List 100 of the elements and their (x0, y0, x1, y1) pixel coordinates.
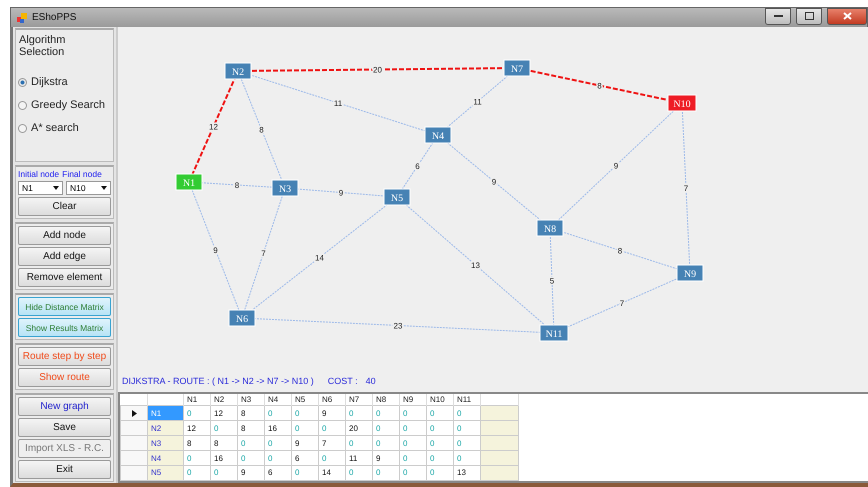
table-cell: 0 (426, 465, 454, 480)
algorithm-radio[interactable]: Dijkstra (18, 76, 111, 88)
initial-node-dropdown[interactable]: N1 (18, 181, 63, 195)
edge-weight: 7 (620, 299, 624, 308)
table-cell: 0 (400, 406, 426, 421)
action-button[interactable]: Save (18, 418, 111, 437)
edge-weight: 7 (261, 249, 266, 258)
edge-weight: 9 (614, 162, 618, 170)
table-cell: 0 (292, 420, 318, 436)
action-button[interactable]: Add node (18, 226, 111, 245)
graph-node[interactable]: N10 (668, 94, 696, 112)
action-button[interactable]: Remove element (18, 268, 111, 287)
table-cell: 0 (184, 450, 210, 466)
table-cell: 0 (400, 465, 426, 480)
table-cell: 16 (210, 450, 238, 466)
window-title: EShoPPS (32, 12, 78, 23)
table-cell: 9 (238, 465, 264, 480)
action-button[interactable]: New graph (18, 397, 111, 416)
app-icon (17, 12, 27, 22)
table-cell: 0 (346, 436, 372, 451)
close-button[interactable] (827, 8, 867, 24)
maximize-button[interactable] (796, 8, 822, 24)
clear-button[interactable]: Clear (18, 197, 111, 216)
table-cell: 9 (372, 450, 400, 466)
table-cell: 0 (184, 406, 210, 421)
table-cell: 0 (210, 420, 238, 436)
table-cell: 0 (426, 450, 454, 466)
table-cell: 20 (346, 420, 372, 436)
table-cell: 0 (400, 436, 426, 451)
row-header[interactable]: N3 (148, 436, 184, 451)
action-button[interactable]: Show route (18, 368, 111, 387)
graph-node[interactable]: N6 (228, 310, 256, 326)
edge-weight: 9 (492, 178, 496, 186)
table-cell: 8 (238, 420, 264, 436)
table-cell: 0 (238, 436, 264, 451)
graph-node[interactable]: N7 (504, 60, 530, 76)
caret-icon (53, 186, 59, 190)
route-text: DIJKSTRA - ROUTE : ( N1 -> N2 -> N7 -> N10 ) (122, 376, 314, 386)
table-cell: 0 (210, 465, 238, 480)
table-cell: 9 (318, 406, 346, 421)
action-button[interactable]: Show Results Matrix (18, 318, 111, 337)
edge-weight: 7 (684, 184, 688, 193)
final-node-dropdown[interactable]: N10 (66, 181, 111, 195)
edge-weight: 11 (334, 99, 342, 108)
action-button[interactable]: Hide Distance Matrix (18, 297, 111, 316)
graph-node[interactable]: N8 (536, 220, 564, 236)
table-cell: 8 (184, 436, 210, 451)
table-cell: 0 (318, 450, 346, 466)
minimize-icon (774, 14, 782, 18)
table-cell: 8 (210, 436, 238, 451)
edge-weight: 8 (259, 126, 264, 134)
table-cell: 6 (264, 465, 292, 480)
table-cell: 0 (372, 436, 400, 451)
cost-value: 40 (366, 376, 376, 386)
edge-weight: 9 (338, 188, 344, 198)
field-label: Initial node (18, 169, 60, 179)
graph-node[interactable]: N11 (540, 324, 568, 342)
action-button[interactable]: Add edge (18, 247, 111, 266)
edge-weight: 12 (209, 122, 218, 132)
table-cell: 0 (292, 465, 318, 480)
table-cell: 7 (318, 436, 346, 451)
table-cell: 0 (426, 406, 454, 421)
edge-weight: 13 (471, 261, 480, 270)
panel-title: Algorithm Selection (19, 34, 66, 58)
table-cell: 6 (292, 450, 318, 466)
table-cell: 0 (346, 406, 372, 421)
table-cell: 0 (264, 406, 292, 421)
maximize-icon (804, 12, 814, 20)
table-cell: 0 (318, 420, 346, 436)
algorithm-radio[interactable]: Greedy Search (18, 99, 111, 111)
table-cell: 0 (264, 436, 292, 451)
graph-node[interactable]: N5 (384, 188, 410, 206)
row-header[interactable]: N5 (148, 465, 184, 480)
cost-label: COST : (328, 376, 358, 386)
graph-node[interactable]: N2 (224, 62, 252, 80)
algorithm-radio[interactable]: A* search (18, 122, 111, 134)
edge-weight: 14 (315, 254, 324, 262)
table-cell: 12 (184, 420, 210, 436)
table-cell: 9 (292, 436, 318, 451)
table-cell: 0 (372, 420, 400, 436)
row-header[interactable]: N4 (148, 450, 184, 466)
table-cell: 0 (292, 406, 318, 421)
table-cell: 0 (264, 450, 292, 466)
table-cell: 11 (346, 450, 372, 466)
table-cell: 0 (184, 465, 210, 480)
action-button[interactable]: Exit (18, 460, 111, 479)
row-header[interactable]: N2 (148, 420, 184, 436)
edge-weight: 11 (473, 98, 482, 106)
table-cell: 0 (426, 420, 454, 436)
edge-weight: 8 (618, 246, 622, 256)
graph-node[interactable]: N3 (272, 180, 298, 196)
action-button[interactable]: Route step by step (18, 347, 111, 366)
edge-weight: 23 (394, 322, 402, 330)
graph-node[interactable]: N4 (424, 126, 452, 144)
table-cell: 0 (426, 436, 454, 451)
graph-node[interactable]: N9 (676, 264, 704, 282)
row-header[interactable]: N1 (148, 406, 184, 421)
table-cell: 14 (318, 465, 346, 480)
edge-weight: 6 (415, 162, 420, 171)
minimize-button[interactable] (765, 8, 791, 24)
